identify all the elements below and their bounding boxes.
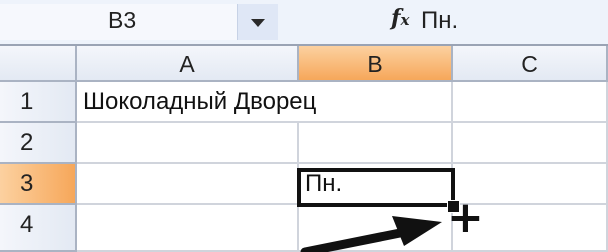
cell-a2[interactable] [77,123,299,164]
column-header-a[interactable]: A [77,46,299,82]
column-header-b[interactable]: B [299,46,453,82]
spreadsheet-grid: A B C 1 2 3 4 Шоколадный Дворец Пн. + [0,46,608,252]
cell-b4[interactable] [299,205,453,252]
cell-a1[interactable]: Шоколадный Дворец [77,82,316,123]
column-header-c[interactable]: C [453,46,608,82]
cell-c2[interactable] [453,123,608,164]
chevron-down-icon[interactable] [237,4,278,40]
formula-bar: B3 fx Пн. [0,0,608,46]
cell-a3[interactable] [77,164,299,205]
plus-cursor-icon: + [447,192,484,243]
name-box[interactable]: B3 [0,4,237,40]
row-header-4[interactable]: 4 [0,205,77,252]
row-header-1[interactable]: 1 [0,82,77,123]
name-box-value: B3 [108,7,137,33]
row-header-2[interactable]: 2 [0,123,77,164]
cell-b1[interactable] [299,82,453,123]
cell-c1[interactable] [453,82,608,123]
cell-b2[interactable] [299,123,453,164]
row-header-3[interactable]: 3 [0,164,77,205]
cell-a4[interactable] [77,205,299,252]
fx-icon[interactable]: fx [391,5,409,31]
formula-input[interactable]: Пн. [421,3,608,39]
select-all-corner[interactable] [0,46,77,82]
cell-b3[interactable]: Пн. [299,164,453,205]
